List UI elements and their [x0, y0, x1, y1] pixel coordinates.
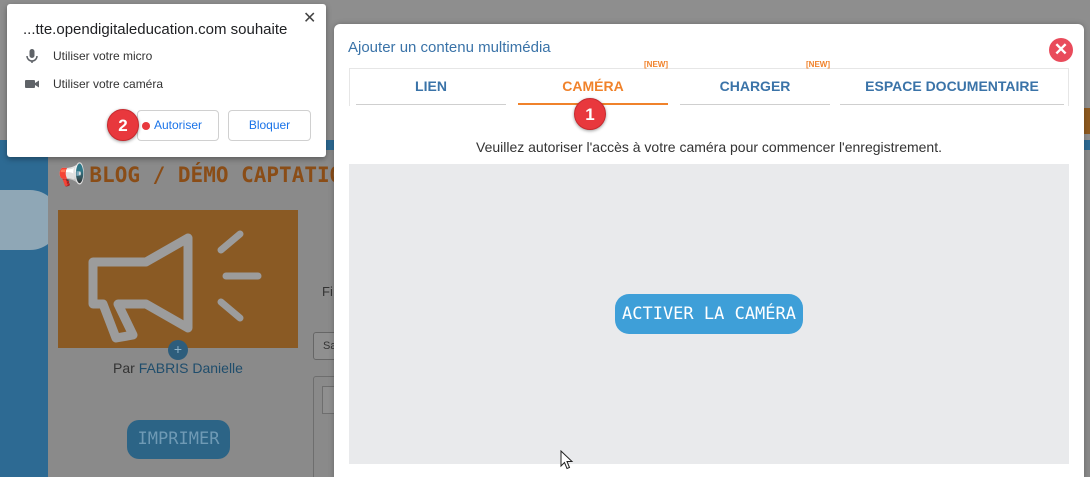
media-tabs: LIEN CAMÉRA [NEW] CHARGER [NEW] ESPACE D…: [349, 60, 1069, 106]
author-prefix: Par: [113, 360, 135, 376]
activate-camera-button[interactable]: ACTIVER LA CAMÉRA: [615, 294, 803, 334]
tab-camera-label: CAMÉRA: [562, 78, 624, 94]
close-icon: ✕: [303, 10, 317, 27]
step-2-badge: 2: [107, 109, 139, 141]
print-button: IMPRIMER: [127, 420, 230, 459]
permission-microphone-label: Utiliser votre micro: [53, 49, 153, 63]
tab-charger-new-badge: [NEW]: [806, 60, 830, 69]
megaphone-illustration-icon: [88, 230, 262, 343]
permission-popup: ...tte.opendigitaleducation.com souhaite…: [7, 4, 326, 157]
step-2-pointer-dot: [142, 122, 150, 130]
microphone-icon: [26, 49, 38, 63]
megaphone-icon: 📢: [58, 163, 86, 188]
blog-title: 📢 BLOG / DÉMO CAPTATION: [58, 163, 355, 188]
close-modal-button[interactable]: ✕: [1049, 38, 1073, 62]
tab-camera-new-badge: [NEW]: [644, 60, 668, 69]
blog-author: Par FABRIS Danielle: [113, 360, 243, 376]
tab-espace-documentaire-label: ESPACE DOCUMENTAIRE: [865, 78, 1039, 94]
permission-camera-label: Utiliser votre caméra: [53, 77, 164, 91]
tab-lien[interactable]: LIEN: [356, 69, 506, 105]
modal-title: Ajouter un contenu multimédia: [348, 39, 551, 56]
tab-lien-label: LIEN: [415, 78, 447, 94]
popup-title: ...tte.opendigitaleducation.com souhaite: [23, 21, 288, 38]
step-1-badge: 1: [574, 98, 606, 130]
add-image-icon: +: [168, 340, 188, 360]
camera-permission-instruction: Veuillez autoriser l'accès à votre camér…: [476, 139, 942, 155]
blog-cover-image: [58, 210, 298, 348]
tab-charger-label: CHARGER: [719, 78, 791, 94]
background-filter-label: Fi: [322, 284, 333, 299]
add-media-modal: Ajouter un contenu multimédia ✕ LIEN CAM…: [334, 24, 1084, 477]
block-button[interactable]: Bloquer: [228, 110, 311, 141]
tab-espace-documentaire[interactable]: ESPACE DOCUMENTAIRE: [840, 69, 1064, 105]
camera-preview-area: ACTIVER LA CAMÉRA: [349, 164, 1069, 464]
popup-close-button[interactable]: ✕: [303, 8, 316, 28]
blog-title-text: BLOG / DÉMO CAPTATION: [89, 163, 355, 187]
mouse-cursor-icon: [560, 450, 574, 470]
author-name: FABRIS Danielle: [138, 360, 243, 376]
tab-charger[interactable]: CHARGER [NEW]: [680, 60, 830, 105]
close-icon: ✕: [1053, 40, 1069, 59]
camera-icon: [25, 80, 39, 88]
